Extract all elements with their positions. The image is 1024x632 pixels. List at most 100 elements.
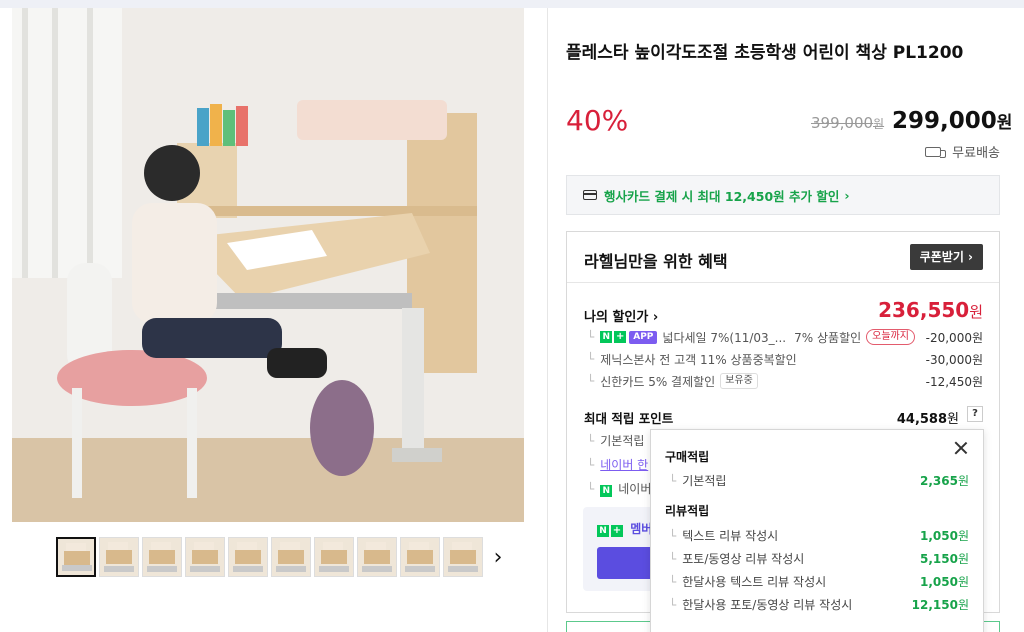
- discount-rate: 40%: [566, 104, 629, 137]
- popover-row: └ 한달사용 포토/동영상 리뷰 작성시 12,150원: [669, 596, 969, 613]
- close-icon[interactable]: [953, 440, 969, 456]
- divider: [567, 282, 999, 283]
- owned-badge: 보유중: [720, 373, 758, 389]
- credit-card-icon: [583, 190, 597, 200]
- thumbnail[interactable]: [443, 537, 483, 577]
- popover-row-label: 텍스트 리뷰 작성시: [682, 529, 779, 543]
- popover-row-label: 포토/동영상 리뷰 작성시: [682, 552, 805, 566]
- discount-row-card: └ 신한카드 5% 결제할인 보유중 -12,450원: [587, 372, 983, 390]
- point-row-label: 기본적립: [600, 434, 645, 448]
- points-help-button[interactable]: ?: [967, 406, 983, 422]
- thumbnail-next-button[interactable]: ›: [486, 544, 510, 572]
- points-value-unit: 원: [947, 412, 959, 427]
- thumbnail[interactable]: [185, 537, 225, 577]
- popover-row-amount-value: 5,150: [919, 552, 958, 566]
- product-title: 플레스타 높이각도조절 초등학생 어린이 책상 PL1200: [566, 43, 964, 63]
- tree-branch-icon: └: [587, 330, 595, 344]
- my-discount-label[interactable]: 나의 할인가 ›: [584, 306, 658, 325]
- tree-branch-icon: └: [669, 552, 677, 566]
- thumbnail[interactable]: [357, 537, 397, 577]
- discount-row-brand: └ 제닉스본사 전 고객 11% 상품중복할인 -30,000원: [587, 350, 983, 368]
- popover-row-label: 한달사용 텍스트 리뷰 작성시: [682, 575, 827, 589]
- chevron-right-icon: ›: [844, 187, 850, 203]
- popover-row-amount-value: 1,050: [919, 529, 958, 543]
- tree-branch-icon: └: [587, 434, 595, 448]
- naver-plus-badge: +: [611, 525, 623, 537]
- thumbnail[interactable]: [228, 537, 268, 577]
- discount-row-label: 신한카드 5% 결제할인: [600, 374, 716, 389]
- popover-row-amount-unit: 원: [957, 575, 969, 589]
- app-badge: APP: [629, 330, 658, 344]
- popover-row-amount: 1,050원: [920, 573, 969, 590]
- popover-row-amount: 2,365원: [920, 472, 969, 489]
- popover-row-label: 한달사용 포토/동영상 리뷰 작성시: [682, 598, 853, 612]
- sale-price-value: 299,000: [892, 108, 997, 134]
- shipping-info: 무료배송: [925, 142, 1000, 161]
- review-points-heading: 리뷰적립: [665, 504, 710, 518]
- naver-n-badge: N: [600, 485, 613, 497]
- tree-branch-icon: └: [669, 575, 677, 589]
- divider: [547, 8, 548, 632]
- discount-row-label: 넓다세일 7%(11/03_...: [662, 330, 787, 345]
- popover-row-amount-value: 2,365: [919, 474, 958, 488]
- top-bar: [0, 0, 1024, 8]
- truck-icon: [925, 146, 947, 158]
- tree-branch-icon: └: [587, 352, 595, 366]
- purchase-points-heading: 구매적립: [665, 450, 710, 464]
- popover-row-amount: 5,150원: [920, 550, 969, 567]
- thumbnail[interactable]: [271, 537, 311, 577]
- product-photo-illustration: [12, 8, 524, 522]
- thumbnail[interactable]: [99, 537, 139, 577]
- tree-branch-icon: └: [587, 374, 595, 388]
- popover-row-amount-unit: 원: [957, 529, 969, 543]
- popover-row-amount-unit: 원: [957, 474, 969, 488]
- points-detail-popover: 구매적립 └ 기본적립 2,365원 리뷰적립 └ 텍스트 리뷰 작성시 1,050…: [650, 429, 984, 632]
- product-main-image[interactable]: [12, 8, 524, 522]
- popover-row-amount: 1,050원: [920, 527, 969, 544]
- popover-row-amount-unit: 원: [957, 552, 969, 566]
- discount-row-sale: └ N + APP 넓다세일 7%(11/03_... 7% 상품할인 오늘까지…: [587, 328, 983, 346]
- tree-branch-icon: └: [669, 474, 677, 488]
- naver-n-badge: N: [600, 331, 613, 343]
- thumbnail[interactable]: [142, 537, 182, 577]
- naver-points-link[interactable]: 네이버 한: [600, 458, 648, 472]
- my-discount-price: 236,550원: [878, 298, 983, 322]
- membership-label: N + 멤버: [597, 520, 652, 537]
- original-price-value: 399,000: [811, 114, 874, 132]
- points-value: 44,588원: [897, 408, 959, 427]
- benefit-title: 라헬님만을 위한 혜택: [584, 252, 728, 271]
- thumbnail[interactable]: [314, 537, 354, 577]
- card-discount-banner[interactable]: 행사카드 결제 시 최대 12,450원 추가 할인 ›: [566, 175, 1000, 215]
- points-label: 최대 적립 포인트: [584, 411, 674, 426]
- shipping-label: 무료배송: [952, 146, 1000, 161]
- original-price: 399,000원: [811, 114, 884, 132]
- card-banner-text: 행사카드 결제 시 최대 12,450원 추가 할인: [604, 188, 840, 204]
- naver-n-badge: N: [597, 525, 609, 537]
- popover-row-amount-unit: 원: [957, 598, 969, 612]
- my-discount-price-unit: 원: [969, 303, 983, 321]
- membership-text: 멤버: [630, 522, 653, 536]
- sale-price: 299,000원: [892, 108, 1012, 134]
- thumbnail[interactable]: [56, 537, 96, 577]
- thumbnail[interactable]: [400, 537, 440, 577]
- popover-row: └ 포토/동영상 리뷰 작성시 5,150원: [669, 550, 969, 567]
- original-price-unit: 원: [873, 117, 885, 131]
- tree-branch-icon: └: [669, 529, 677, 543]
- coupon-download-button[interactable]: 쿠폰받기 ›: [909, 244, 983, 270]
- tree-branch-icon: └: [587, 482, 595, 496]
- naver-plus-badge: +: [614, 331, 627, 343]
- point-row-naver-link: └ 네이버 한: [587, 456, 648, 473]
- point-row-naver: └ N 네이버: [587, 480, 651, 497]
- discount-row-amount: -12,450원: [925, 374, 983, 389]
- point-row-basic: └ 기본적립: [587, 432, 644, 449]
- discount-row-amount: -30,000원: [925, 352, 983, 367]
- popover-row-amount: 12,150원: [912, 596, 969, 613]
- tree-branch-icon: └: [587, 458, 595, 472]
- popover-row-amount-value: 1,050: [919, 575, 958, 589]
- popover-row: └ 한달사용 텍스트 리뷰 작성시 1,050원: [669, 573, 969, 590]
- discount-row-amount: -20,000원: [925, 330, 983, 345]
- popover-row-amount-value: 12,150: [911, 598, 958, 612]
- popover-row: └ 텍스트 리뷰 작성시 1,050원: [669, 527, 969, 544]
- tree-branch-icon: └: [669, 598, 677, 612]
- thumbnail-strip: [56, 537, 483, 579]
